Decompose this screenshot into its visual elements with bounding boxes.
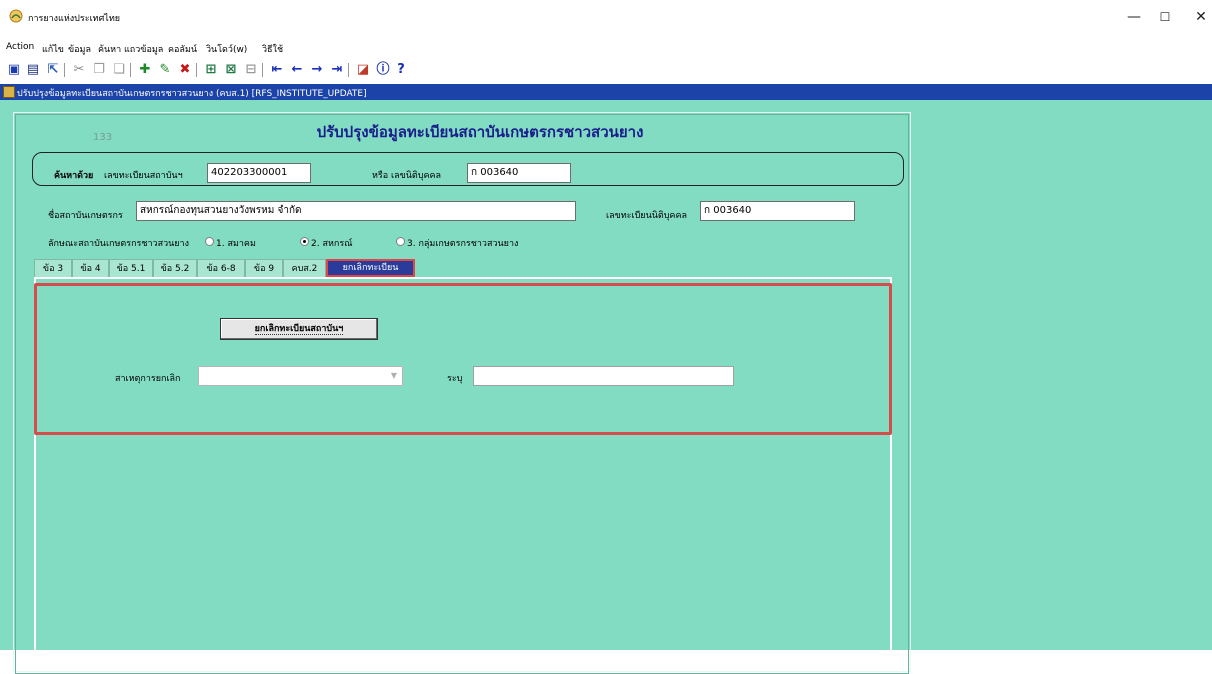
- form-window-bar: ปรับปรุงข้อมูลทะเบียนสถาบันเกษตรกรชาวสวน…: [0, 84, 1212, 100]
- exit-icon[interactable]: ⇱: [44, 61, 62, 79]
- institute-name-label: ชื่อสถาบันเกษตรกร: [48, 211, 123, 221]
- tab-section-4[interactable]: ข้อ 4: [72, 259, 109, 277]
- first-record-icon[interactable]: ⇤: [268, 61, 286, 79]
- highlight-frame: [34, 283, 892, 435]
- next-record-icon[interactable]: →: [308, 61, 326, 79]
- report-icon[interactable]: ◪: [354, 61, 372, 79]
- form-window-title: ปรับปรุงข้อมูลทะเบียนสถาบันเกษตรกรชาวสวน…: [17, 89, 367, 99]
- menu-record[interactable]: แถวข้อมูล: [124, 42, 163, 56]
- radio-farmer-group-label: 3. กลุ่มเกษตรกรชาวสวนยาง: [407, 239, 519, 249]
- radio-association[interactable]: [205, 237, 214, 246]
- cancel-registration-button[interactable]: ยกเลิกทะเบียนสถาบันฯ: [220, 318, 378, 340]
- toolbar-separator: [64, 63, 65, 77]
- tab-section-9[interactable]: ข้อ 9: [245, 259, 283, 277]
- execute-query-icon[interactable]: ⊠: [222, 61, 240, 79]
- save-icon[interactable]: ▣: [5, 61, 23, 79]
- tab-section-5-1[interactable]: ข้อ 5.1: [109, 259, 153, 277]
- juristic-reg-label: เลขทะเบียนนิติบุคคล: [606, 211, 687, 221]
- minimize-button[interactable]: —: [1119, 6, 1149, 28]
- toolbar-separator: [130, 63, 131, 77]
- previous-record-icon[interactable]: ←: [288, 61, 306, 79]
- cancel-reason-label: สาเหตุการยกเลิก: [115, 374, 181, 384]
- close-button[interactable]: ✕: [1186, 6, 1212, 28]
- toolbar-separator: [348, 63, 349, 77]
- maximize-button[interactable]: ☐: [1150, 6, 1180, 28]
- radio-association-label: 1. สมาคม: [216, 239, 256, 249]
- menu-column[interactable]: คอลัมน์: [168, 42, 197, 56]
- last-record-icon[interactable]: ⇥: [328, 61, 346, 79]
- reg-no-label: เลขทะเบียนสถาบันฯ: [104, 171, 183, 181]
- menu-action[interactable]: Action: [6, 42, 34, 52]
- cancel-registration-button-label: ยกเลิกทะเบียนสถาบันฯ: [254, 324, 344, 335]
- menu-bar: Action แก้ไข ข้อมูล ค้นหา แถวข้อมูล คอลั…: [0, 42, 1212, 58]
- print-icon[interactable]: ▤: [24, 61, 42, 79]
- page-title: ปรับปรุงข้อมูลทะเบียนสถาบันเกษตรกรชาวสวน…: [316, 123, 644, 141]
- search-label: ค้นหาด้วย: [54, 171, 94, 181]
- form-icon: [3, 86, 15, 98]
- radio-farmer-group[interactable]: [396, 237, 405, 246]
- menu-help[interactable]: วิธีใช้: [262, 42, 283, 56]
- help-icon[interactable]: ?: [392, 61, 410, 79]
- window-title-bar: การยางแห่งประเทศไทย — ☐ ✕: [0, 0, 1212, 34]
- reg-no-input[interactable]: 402203300001: [207, 163, 311, 183]
- specify-input[interactable]: [473, 366, 734, 386]
- tab-section-6-8[interactable]: ข้อ 6-8: [197, 259, 245, 277]
- institute-name-input[interactable]: สหกรณ์กองทุนสวนยางวังพรหม จำกัด: [136, 201, 576, 221]
- cut-icon[interactable]: ✂: [70, 61, 88, 79]
- app-logo-icon: [9, 9, 23, 23]
- info-icon[interactable]: ⓘ: [374, 61, 392, 79]
- toolbar-separator: [262, 63, 263, 77]
- delete-record-icon[interactable]: ✖: [176, 61, 194, 79]
- menu-data[interactable]: ข้อมูล: [68, 42, 91, 56]
- juristic-search-input[interactable]: ก 003640: [467, 163, 571, 183]
- tab-cancel-registration[interactable]: ยกเลิกทะเบียน: [326, 259, 415, 277]
- tab-section-5-2[interactable]: ข้อ 5.2: [153, 259, 197, 277]
- window-title: การยางแห่งประเทศไทย: [28, 14, 121, 24]
- insert-record-icon[interactable]: ✚: [136, 61, 154, 79]
- cancel-query-icon[interactable]: ⊟: [242, 61, 260, 79]
- menu-edit[interactable]: แก้ไข: [42, 42, 64, 56]
- juristic-reg-input[interactable]: ก 003640: [700, 201, 855, 221]
- toolbar: ▣ ▤ ⇱ ✂ ❐ ❏ ✚ ✎ ✖ ⊞ ⊠ ⊟ ⇤ ← → ⇥ ◪ ⓘ ?: [0, 59, 1212, 81]
- institute-type-label: ลักษณะสถาบันเกษตรกรชาวสวนยาง: [48, 239, 189, 249]
- specify-label: ระบุ: [447, 374, 463, 384]
- menu-window[interactable]: วินโดว์(w): [206, 42, 247, 56]
- cancel-reason-select[interactable]: ▼: [198, 366, 403, 386]
- radio-cooperative[interactable]: [300, 237, 309, 246]
- or-juristic-label: หรือ เลขนิติบุคคล: [372, 171, 442, 181]
- copy-icon[interactable]: ❐: [90, 61, 108, 79]
- edit-record-icon[interactable]: ✎: [156, 61, 174, 79]
- radio-cooperative-label: 2. สหกรณ์: [311, 239, 353, 249]
- query-icon[interactable]: ⊞: [202, 61, 220, 79]
- tab-kbs-2[interactable]: คบส.2: [283, 259, 326, 277]
- menu-search[interactable]: ค้นหา: [98, 42, 121, 56]
- tab-section-3[interactable]: ข้อ 3: [34, 259, 72, 277]
- toolbar-separator: [196, 63, 197, 77]
- chevron-down-icon[interactable]: ▼: [388, 369, 400, 383]
- paste-icon[interactable]: ❏: [110, 61, 128, 79]
